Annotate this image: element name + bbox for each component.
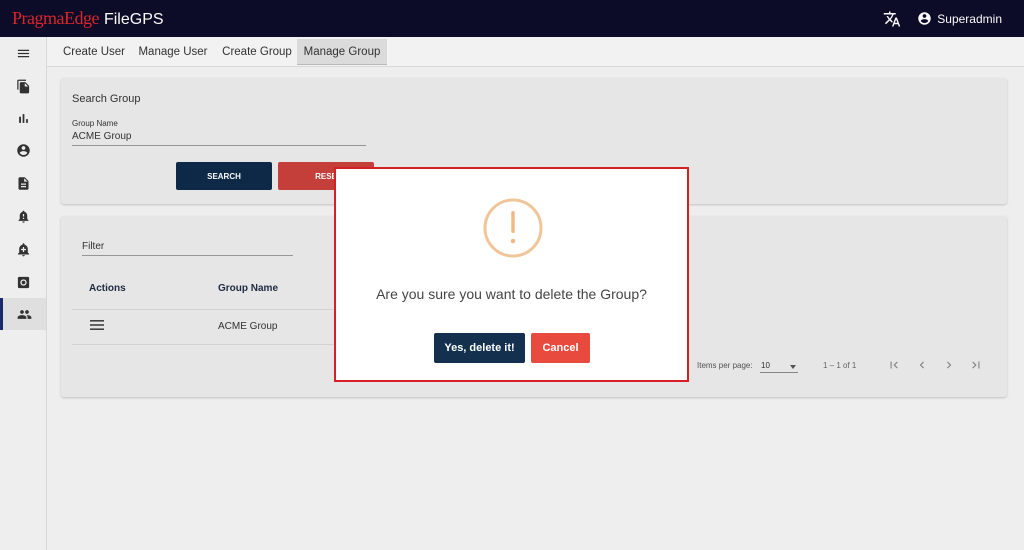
confirm-delete-button[interactable]: Yes, delete it! [434,333,525,363]
cancel-button[interactable]: Cancel [531,333,590,363]
delete-confirm-dialog: Are you sure you want to delete the Grou… [334,167,689,382]
warning-icon [483,198,543,258]
dialog-message: Are you sure you want to delete the Grou… [376,286,647,302]
